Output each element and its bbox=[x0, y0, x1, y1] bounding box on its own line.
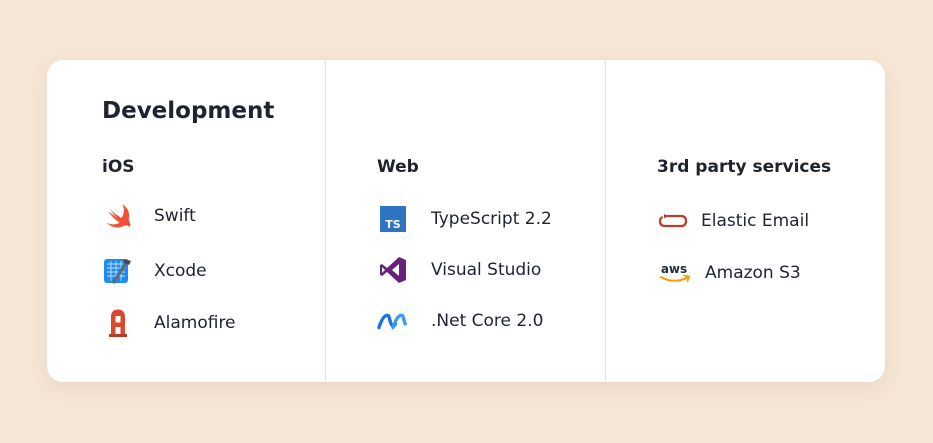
list-item-amazon-s3: aws Amazon S3 bbox=[657, 257, 801, 289]
list-item-alamofire: Alamofire bbox=[102, 307, 236, 339]
item-label: TypeScript 2.2 bbox=[431, 209, 552, 229]
item-label: Amazon S3 bbox=[705, 263, 801, 283]
typescript-icon: TS bbox=[377, 203, 409, 235]
list-item-visual-studio: Visual Studio bbox=[377, 254, 541, 286]
item-label: Xcode bbox=[154, 261, 207, 281]
item-label: Alamofire bbox=[154, 313, 236, 333]
column-divider bbox=[605, 60, 606, 382]
swift-icon bbox=[102, 200, 134, 232]
column-heading-web: Web bbox=[377, 157, 419, 177]
item-label: Swift bbox=[154, 206, 196, 226]
list-item-dotnet: .Net Core 2.0 bbox=[377, 305, 543, 337]
svg-text:aws: aws bbox=[661, 262, 687, 276]
column-heading-ios: iOS bbox=[102, 157, 135, 177]
dotnet-icon bbox=[377, 305, 409, 337]
list-item-swift: Swift bbox=[102, 200, 196, 232]
item-label: Elastic Email bbox=[701, 211, 810, 231]
svg-text:TS: TS bbox=[385, 218, 401, 231]
column-heading-3rd-party: 3rd party services bbox=[657, 157, 832, 177]
card-title: Development bbox=[102, 98, 275, 124]
item-label: Visual Studio bbox=[431, 260, 542, 280]
visual-studio-icon bbox=[377, 254, 409, 286]
development-card: Development iOS Swift Xcode Alamofire We… bbox=[47, 60, 885, 382]
column-divider bbox=[325, 60, 326, 382]
alamofire-icon bbox=[102, 307, 134, 339]
list-item-elastic-email: Elastic Email bbox=[657, 205, 809, 237]
elastic-email-icon bbox=[657, 205, 689, 237]
list-item-xcode: Xcode bbox=[102, 255, 207, 287]
list-item-typescript: TS TypeScript 2.2 bbox=[377, 203, 552, 235]
xcode-icon bbox=[102, 255, 134, 287]
aws-icon: aws bbox=[657, 257, 693, 289]
item-label: .Net Core 2.0 bbox=[431, 311, 544, 331]
